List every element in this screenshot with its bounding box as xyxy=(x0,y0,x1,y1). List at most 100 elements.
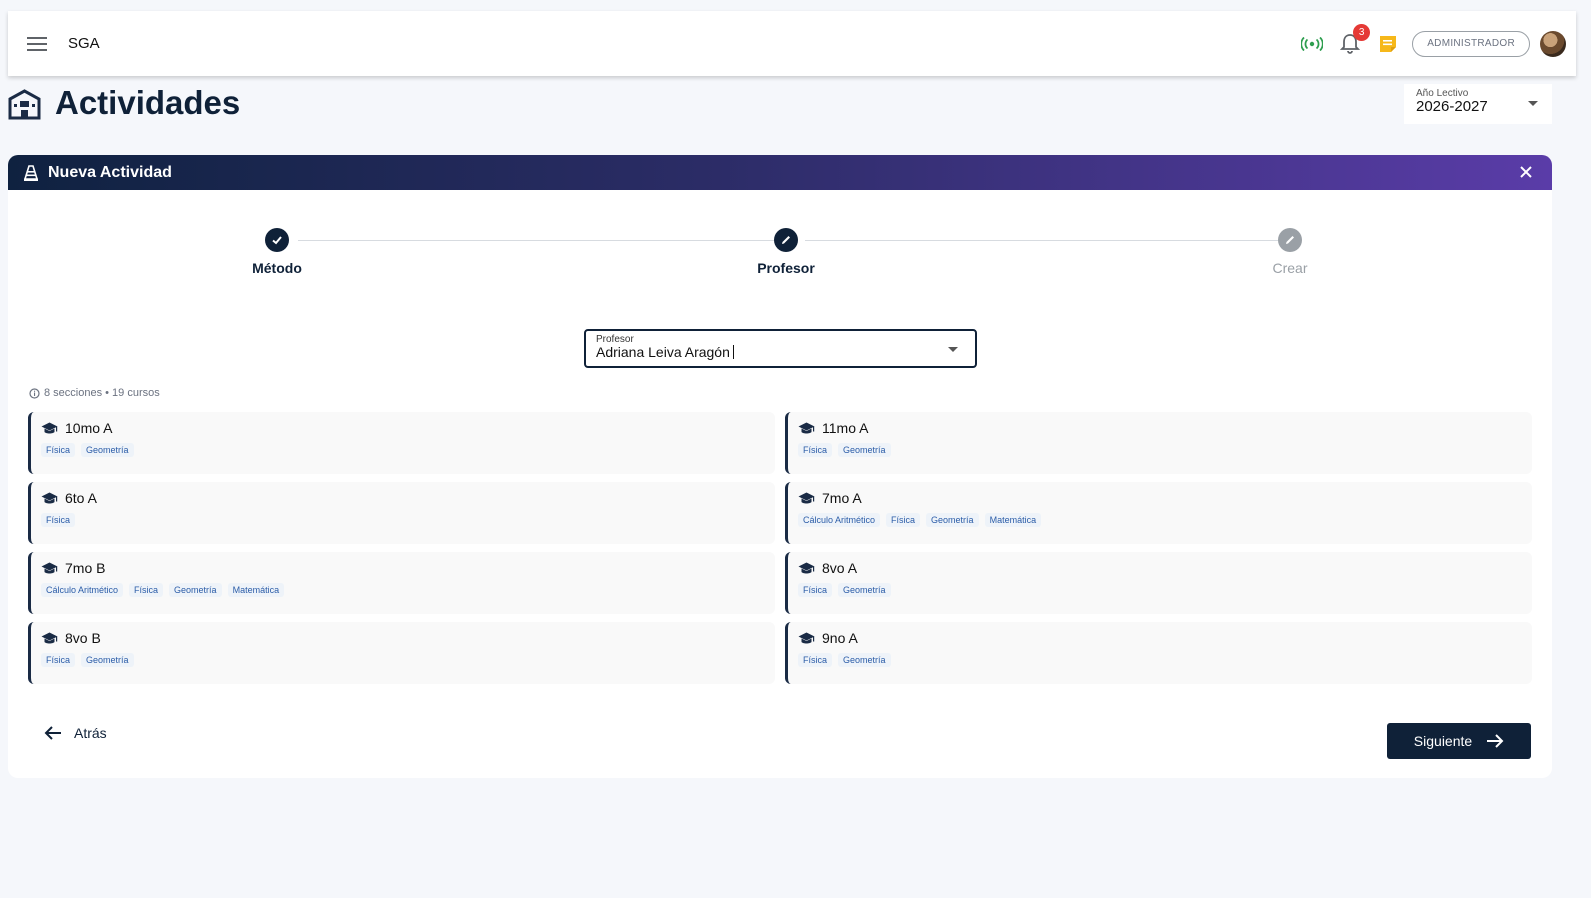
course-tag: Física xyxy=(798,653,833,667)
menu-icon[interactable] xyxy=(27,37,47,51)
course-tag: Física xyxy=(41,653,76,667)
step-crear: Crear xyxy=(1230,228,1350,276)
course-tag: Física xyxy=(798,583,833,597)
notifications-button[interactable]: 3 xyxy=(1336,24,1371,58)
graduation-cap-icon xyxy=(798,492,815,503)
section-name: 11mo A xyxy=(822,420,869,436)
section-card[interactable]: 10mo A Física Geometría xyxy=(28,412,775,474)
course-tags: Física Geometría xyxy=(798,583,1522,597)
section-card[interactable]: 9no A Física Geometría xyxy=(785,622,1532,684)
course-tag: Física xyxy=(41,443,76,457)
pencil-icon xyxy=(774,228,798,252)
step-profesor[interactable]: Profesor xyxy=(726,228,846,276)
course-tags: Física Geometría xyxy=(798,653,1522,667)
page-header: Actividades xyxy=(8,84,240,122)
course-tag: Cálculo Aritmético xyxy=(41,583,124,597)
section-card[interactable]: 8vo A Física Geometría xyxy=(785,552,1532,614)
section-name: 8vo B xyxy=(65,630,101,646)
top-app-bar: SGA 3 ADMINISTRADOR xyxy=(8,11,1576,76)
course-tag: Matemática xyxy=(984,513,1042,527)
course-tag: Geometría xyxy=(838,443,891,457)
cone-icon xyxy=(24,164,38,181)
card-header: Nueva Actividad xyxy=(8,155,1552,190)
sections-summary: 8 secciones • 19 cursos xyxy=(29,387,160,399)
graduation-cap-icon xyxy=(41,562,58,573)
course-tag: Física xyxy=(129,583,164,597)
app-name: SGA xyxy=(68,35,100,52)
course-tag: Geometría xyxy=(838,583,891,597)
course-tag: Física xyxy=(41,513,76,527)
professor-select-value: Adriana Leiva Aragón xyxy=(596,344,965,360)
sections-grid: 10mo A Física Geometría 11mo A Física Geometr… xyxy=(28,412,1532,684)
course-tags: Física Geometría xyxy=(41,443,765,457)
step-label: Crear xyxy=(1272,260,1308,276)
step-metodo[interactable]: Método xyxy=(217,228,337,276)
professor-select[interactable]: Profesor Adriana Leiva Aragón xyxy=(584,329,977,368)
section-header: 8vo B xyxy=(41,630,765,646)
step-label: Método xyxy=(252,260,302,276)
notes-button[interactable] xyxy=(1374,30,1402,58)
graduation-cap-icon xyxy=(798,422,815,433)
user-avatar[interactable] xyxy=(1540,31,1566,57)
connection-status-icon[interactable] xyxy=(1298,30,1326,58)
course-tag: Geometría xyxy=(81,443,134,457)
graduation-cap-icon xyxy=(798,632,815,643)
section-name: 8vo A xyxy=(822,560,858,576)
notification-count-badge: 3 xyxy=(1353,24,1371,41)
section-header: 6to A xyxy=(41,490,765,506)
stepper-connector xyxy=(805,240,1278,241)
course-tag: Física xyxy=(886,513,921,527)
course-tags: Cálculo Aritmético Física Geometría Matemát… xyxy=(798,513,1522,527)
course-tag: Geometría xyxy=(838,653,891,667)
back-button-label: Atrás xyxy=(74,725,107,741)
dropdown-arrow-icon[interactable] xyxy=(948,347,958,352)
course-tags: Física Geometría xyxy=(798,443,1522,457)
check-icon xyxy=(265,228,289,252)
course-tag: Geometría xyxy=(81,653,134,667)
section-card[interactable]: 6to A Física xyxy=(28,482,775,544)
course-tag: Geometría xyxy=(926,513,979,527)
section-card[interactable]: 8vo B Física Geometría xyxy=(28,622,775,684)
card-title: Nueva Actividad xyxy=(48,163,172,181)
dropdown-arrow-icon xyxy=(1528,101,1538,106)
next-button[interactable]: Siguiente xyxy=(1387,723,1531,759)
next-button-label: Siguiente xyxy=(1413,733,1473,749)
back-button[interactable]: Atrás xyxy=(44,725,107,741)
close-icon[interactable] xyxy=(1518,164,1534,180)
graduation-cap-icon xyxy=(41,632,58,643)
section-name: 10mo A xyxy=(65,420,113,436)
section-card[interactable]: 7mo A Cálculo Aritmético Física Geometría Ma… xyxy=(785,482,1532,544)
top-right-actions: 3 ADMINISTRADOR xyxy=(1298,24,1566,60)
section-card[interactable]: 11mo A Física Geometría xyxy=(785,412,1532,474)
step-label: Profesor xyxy=(757,260,815,276)
section-header: 10mo A xyxy=(41,420,765,436)
course-tags: Física Geometría xyxy=(41,653,765,667)
summary-text: 8 secciones • 19 cursos xyxy=(44,387,160,399)
academic-year-select[interactable]: Año Lectivo 2026-2027 xyxy=(1404,84,1552,124)
role-chip[interactable]: ADMINISTRADOR xyxy=(1412,31,1530,57)
graduation-cap-icon xyxy=(41,422,58,433)
academic-year-value: 2026-2027 xyxy=(1416,98,1488,115)
note-icon xyxy=(1380,36,1397,52)
arrow-left-icon xyxy=(44,726,61,740)
graduation-cap-icon xyxy=(41,492,58,503)
section-header: 7mo B xyxy=(41,560,765,576)
section-name: 7mo B xyxy=(65,560,106,576)
section-header: 7mo A xyxy=(798,490,1522,506)
course-tag: Matemática xyxy=(227,583,285,597)
school-building-icon xyxy=(8,88,41,119)
course-tags: Física xyxy=(41,513,765,527)
new-activity-card: Nueva Actividad Método Profesor Crear Pr… xyxy=(8,155,1552,778)
info-icon xyxy=(29,387,40,399)
page-title: Actividades xyxy=(55,84,241,121)
stepper-connector xyxy=(298,240,774,241)
graduation-cap-icon xyxy=(798,562,815,573)
course-tags: Cálculo Aritmético Física Geometría Matemát… xyxy=(41,583,765,597)
section-card[interactable]: 7mo B Cálculo Aritmético Física Geometría Ma… xyxy=(28,552,775,614)
pencil-icon xyxy=(1278,228,1302,252)
section-header: 11mo A xyxy=(798,420,1522,436)
arrow-right-icon xyxy=(1487,734,1504,748)
section-header: 9no A xyxy=(798,630,1522,646)
course-tag: Física xyxy=(798,443,833,457)
section-header: 8vo A xyxy=(798,560,1522,576)
